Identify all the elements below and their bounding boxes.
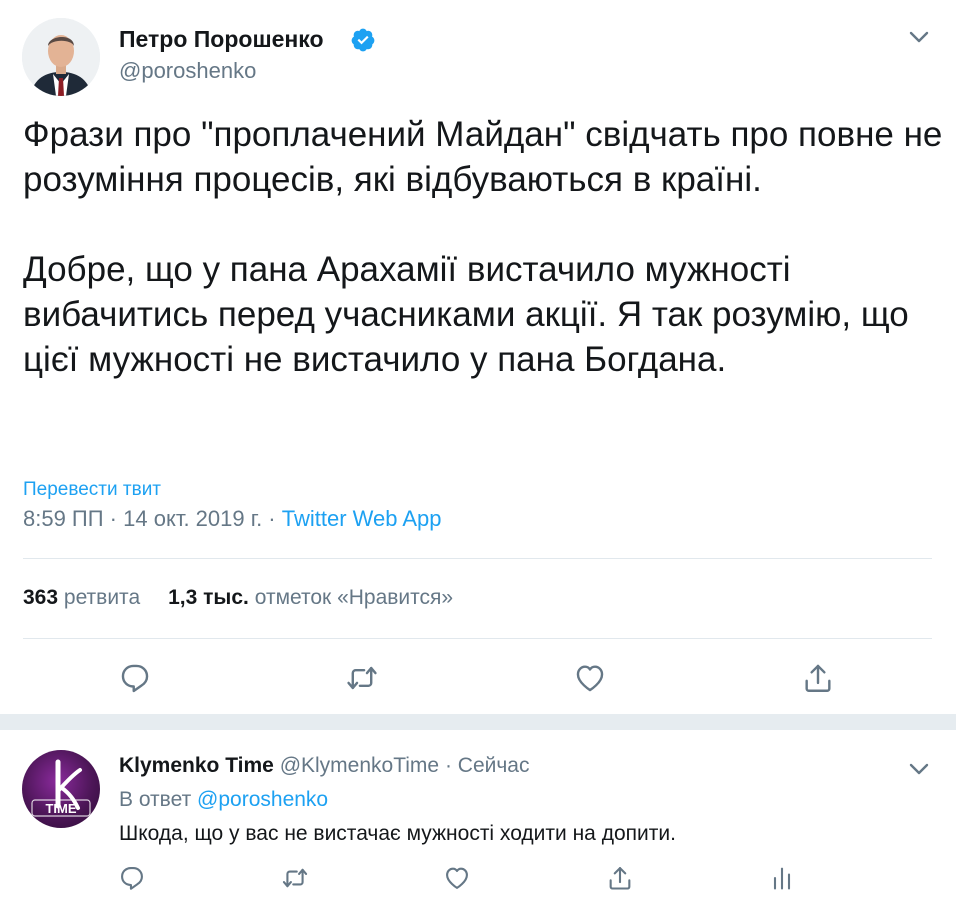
- avatar-text: TIME: [45, 801, 76, 816]
- meta-separator: ·: [262, 506, 282, 531]
- reply-icon[interactable]: [118, 661, 152, 695]
- likes-stat[interactable]: 1,3 тыс. отметок «Нравится»: [168, 586, 453, 609]
- reply-author-handle[interactable]: @KlymenkoTime: [280, 754, 439, 777]
- tweet-stats: 363 ретвита 1,3 тыс. отметок «Нравится»: [23, 586, 453, 610]
- tweet-meta: 8:59 ПП · 14 окт. 2019 г. · Twitter Web …: [23, 506, 442, 532]
- reply-time[interactable]: Сейчас: [458, 754, 530, 777]
- analytics-icon[interactable]: [768, 864, 796, 892]
- heart-icon[interactable]: [443, 864, 471, 892]
- divider: [23, 558, 932, 559]
- reply-text: Шкода, що у вас не вистачає мужності ход…: [119, 822, 676, 845]
- author-handle[interactable]: @poroshenko: [119, 58, 256, 84]
- retweets-label: ретвита: [63, 586, 141, 609]
- reply-icon[interactable]: [118, 864, 146, 892]
- in-reply-to: В ответ @poroshenko: [119, 788, 328, 812]
- main-tweet: Петро Порошенко @poroshenko Фрази про "п…: [0, 0, 956, 714]
- tweet-source[interactable]: Twitter Web App: [282, 506, 442, 531]
- retweet-icon[interactable]: [281, 864, 309, 892]
- translate-link[interactable]: Перевести твит: [23, 479, 161, 501]
- reply-author-avatar[interactable]: TIME: [22, 750, 100, 828]
- tweet-text: Фрази про "проплачений Майдан" свідчать …: [23, 112, 943, 382]
- chevron-down-icon[interactable]: [908, 762, 930, 776]
- verified-badge-icon: [351, 28, 375, 52]
- divider: [23, 638, 932, 639]
- thread-separator: [0, 714, 956, 730]
- retweet-icon[interactable]: [345, 661, 379, 695]
- retweets-count: 363: [23, 586, 59, 609]
- likes-count: 1,3 тыс.: [168, 586, 249, 609]
- reply-tweet[interactable]: TIME Klymenko Time @KlymenkoTime · Сейча…: [0, 730, 956, 906]
- author-name[interactable]: Петро Порошенко: [119, 26, 324, 53]
- in-reply-prefix: В ответ: [119, 788, 198, 811]
- tweet-time[interactable]: 8:59 ПП: [23, 506, 104, 531]
- reply-author-name[interactable]: Klymenko Time: [119, 754, 274, 777]
- heart-icon[interactable]: [573, 661, 607, 695]
- chevron-down-icon[interactable]: [908, 30, 930, 44]
- author-avatar[interactable]: [22, 18, 100, 96]
- header-separator: ·: [439, 754, 458, 777]
- likes-label: отметок «Нравится»: [254, 586, 454, 609]
- retweets-stat[interactable]: 363 ретвита: [23, 586, 140, 609]
- share-icon[interactable]: [801, 661, 835, 695]
- share-icon[interactable]: [606, 864, 634, 892]
- tweet-paragraph: Фрази про "проплачений Майдан" свідчать …: [23, 115, 943, 199]
- tweet-paragraph: Добре, що у пана Арахамії вистачило мужн…: [23, 250, 909, 379]
- tweet-date[interactable]: 14 окт. 2019 г.: [123, 506, 262, 531]
- reply-header: Klymenko Time @KlymenkoTime · Сейчас: [119, 754, 529, 778]
- reply-mention-link[interactable]: @poroshenko: [197, 788, 328, 811]
- meta-separator: ·: [103, 506, 124, 531]
